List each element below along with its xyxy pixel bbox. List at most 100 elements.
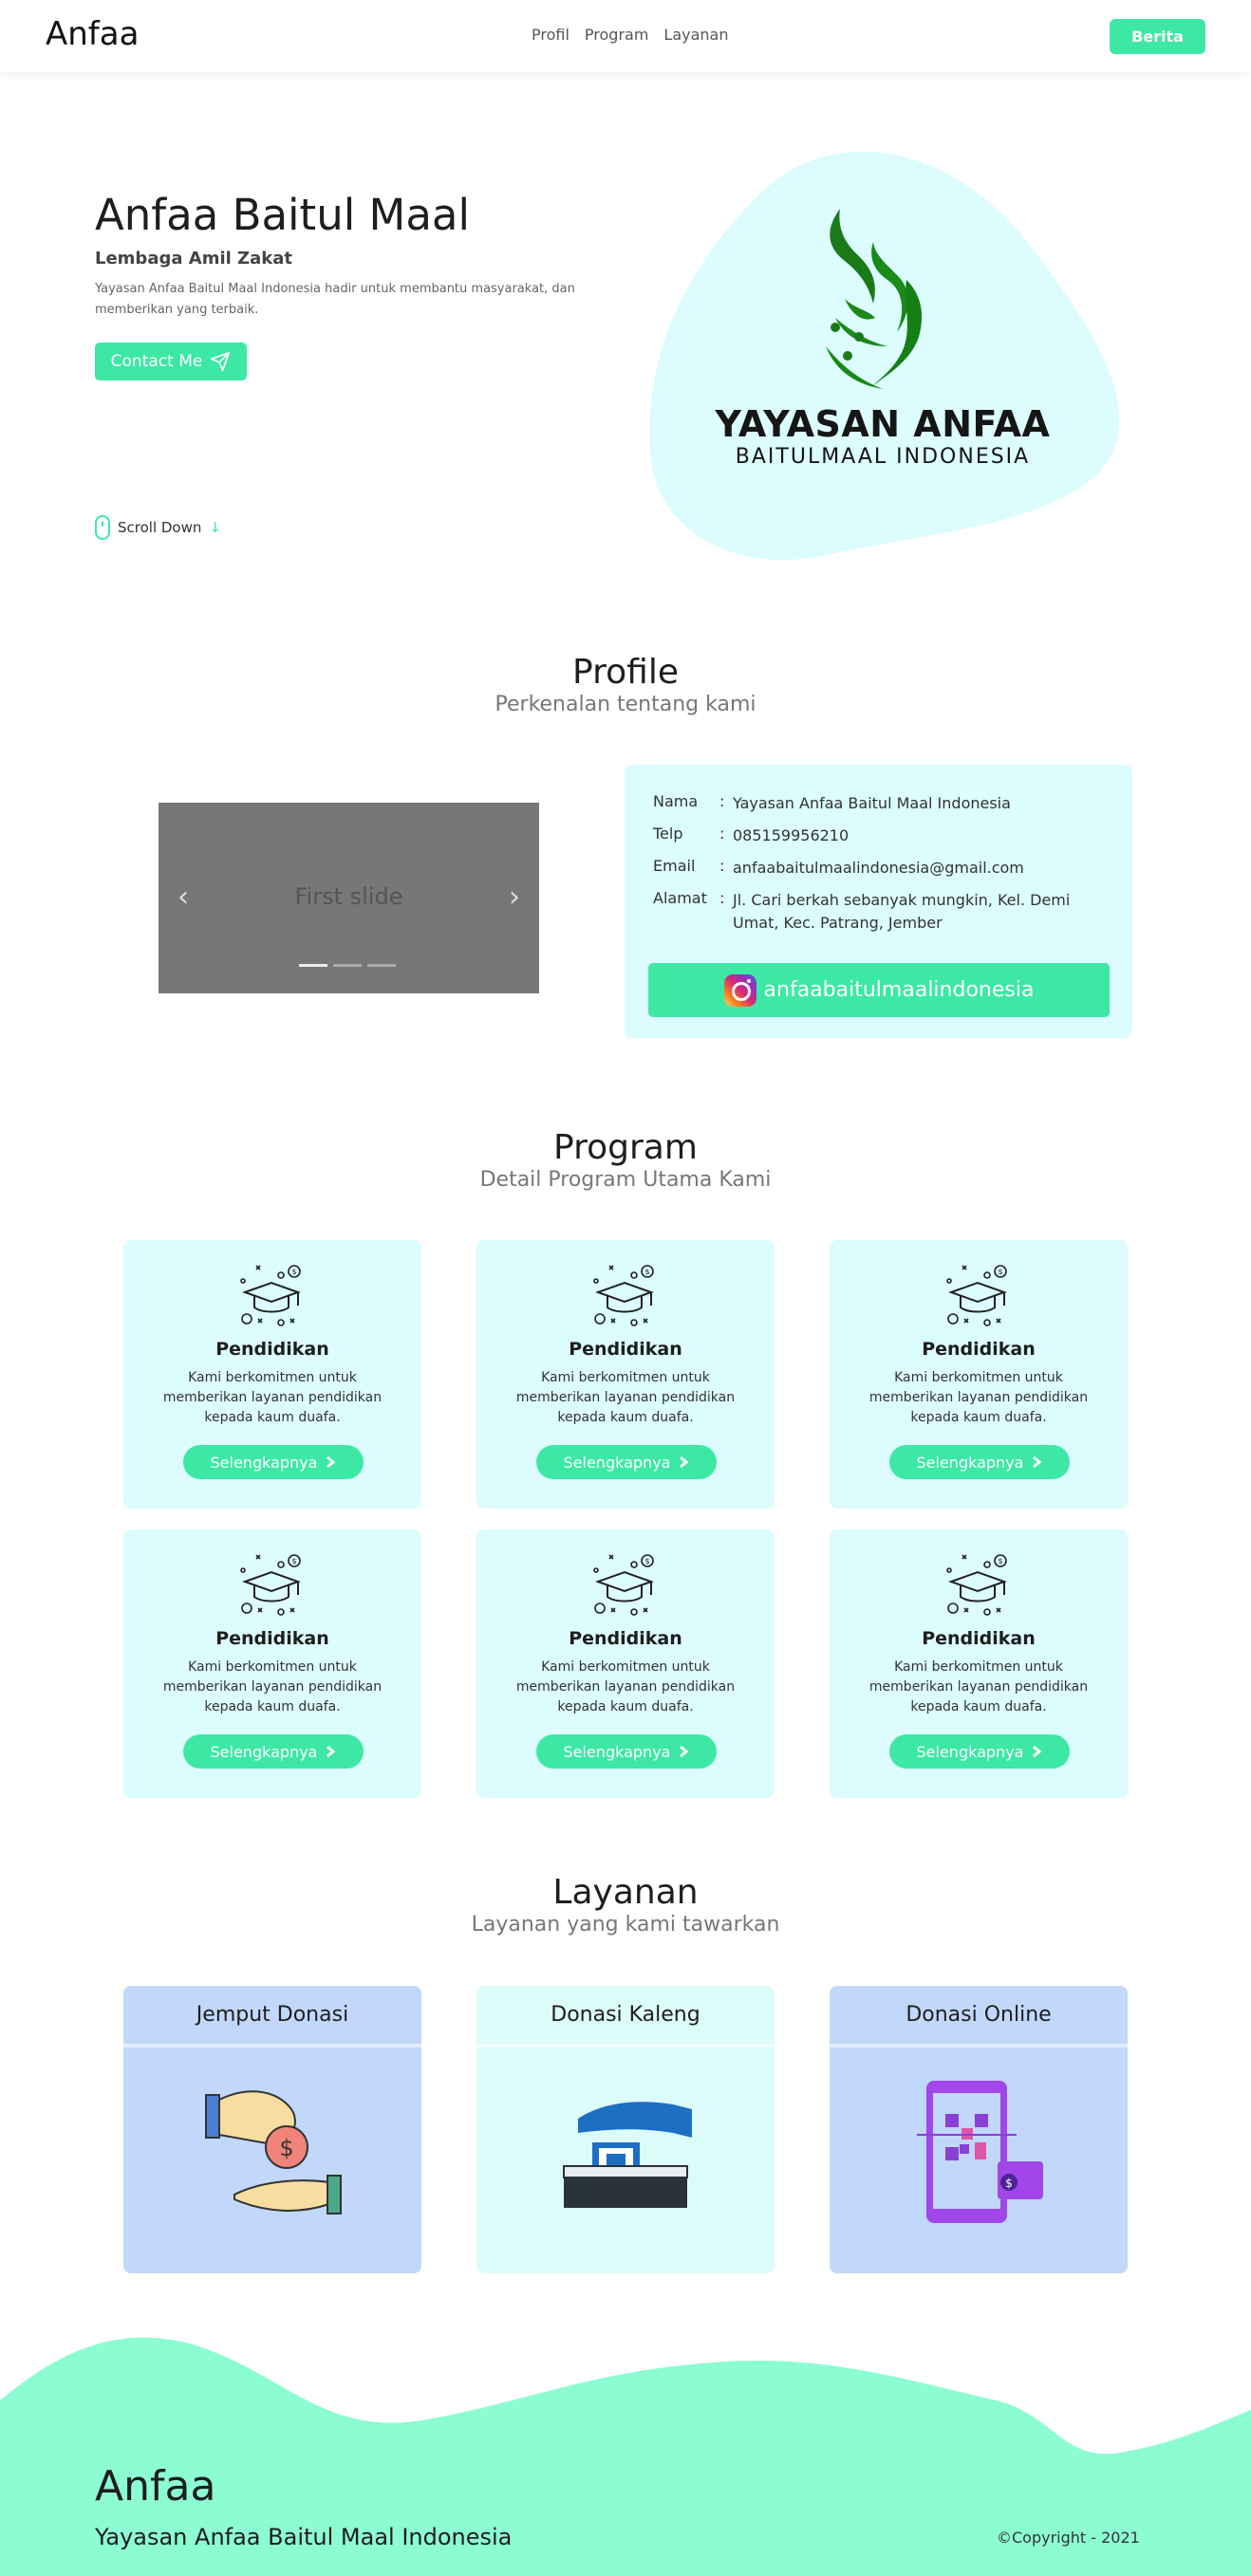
svg-text:$: $ xyxy=(1005,2177,1013,2190)
chevron-right-icon xyxy=(1033,1745,1042,1758)
info-row-alamat: Alamat : Jl. Cari berkah sebanyak mungki… xyxy=(653,889,1112,935)
program-card: $ Pendidikan Kami berkomitmen untuk member… xyxy=(476,1240,775,1509)
logo-text-line2: BAITULMAAL INDONESIA xyxy=(735,445,1031,469)
selengkapnya-button[interactable]: Selengkapnya xyxy=(536,1445,717,1479)
chevron-right-icon xyxy=(327,1455,336,1469)
program-card-title: Pendidikan xyxy=(569,1339,682,1360)
layanan-card-title: Donasi Online xyxy=(830,1986,1128,2048)
nav-link-program[interactable]: Program xyxy=(585,26,649,44)
selengkapnya-button[interactable]: Selengkapnya xyxy=(536,1734,717,1769)
program-card: $ Pendidikan Kami berkomitmen untuk member… xyxy=(123,1240,421,1509)
scroll-down-label: Scroll Down xyxy=(118,519,202,536)
scroll-down-link[interactable]: Scroll Down ↓ xyxy=(95,515,221,540)
profile-carousel[interactable]: First slide ‹ › xyxy=(159,803,539,993)
nav-link-layanan[interactable]: Layanan xyxy=(663,26,728,44)
berita-button[interactable]: Berita xyxy=(1110,19,1205,54)
info-colon: : xyxy=(719,825,725,843)
carousel-indicator[interactable] xyxy=(299,964,327,967)
arrow-down-icon: ↓ xyxy=(209,519,221,536)
carousel-indicator[interactable] xyxy=(333,964,362,967)
layanan-card-donasi-online[interactable]: Donasi Online $ xyxy=(830,1986,1128,2273)
profile-title: Profile xyxy=(572,653,679,692)
graduation-cap-icon: $ xyxy=(593,1265,654,1326)
layanan-subtitle: Layanan yang kami tawarkan xyxy=(471,1913,780,1937)
program-card: $ Pendidikan Kami berkomitmen untuk member… xyxy=(830,1240,1128,1509)
info-value: Yayasan Anfaa Baitul Maal Indonesia xyxy=(733,794,1011,812)
nav-link-profil[interactable]: Profil xyxy=(532,26,569,44)
program-card: $ Pendidikan Kami berkomitmen untuk member… xyxy=(123,1529,421,1798)
navbar: Anfaa Profil Program Layanan Berita xyxy=(0,0,1251,72)
program-card-description: Kami berkomitmen untuk memberikan layana… xyxy=(868,1370,1089,1425)
footer-copyright: ©Copyright - 2021 xyxy=(997,2529,1140,2547)
info-label: Alamat xyxy=(653,889,707,907)
footer-brand: Anfaa xyxy=(95,2462,216,2511)
carousel-indicator[interactable] xyxy=(367,964,396,967)
footer-subtitle: Yayasan Anfaa Baitul Maal Indonesia xyxy=(95,2524,513,2550)
selengkapnya-button[interactable]: Selengkapnya xyxy=(183,1445,364,1479)
info-colon: : xyxy=(719,857,725,875)
hero-title: Anfaa Baitul Maal xyxy=(95,190,471,240)
paper-plane-icon xyxy=(211,352,231,371)
layanan-card-donasi-kaleng[interactable]: Donasi Kaleng xyxy=(476,1986,775,2273)
profile-subtitle: Perkenalan tentang kami xyxy=(495,693,756,716)
carousel-next-icon[interactable]: › xyxy=(509,880,520,914)
info-value: 085159956210 xyxy=(733,826,850,844)
svg-text:$: $ xyxy=(279,2135,293,2161)
graduation-cap-icon: $ xyxy=(240,1554,301,1616)
program-card-title: Pendidikan xyxy=(215,1339,329,1360)
selengkapnya-label: Selengkapnya xyxy=(916,1742,1024,1761)
program-card-description: Kami berkomitmen untuk memberikan layana… xyxy=(515,1659,736,1714)
hero-description: Yayasan Anfaa Baitul Maal Indonesia hadi… xyxy=(95,282,575,317)
info-colon: : xyxy=(719,792,725,810)
info-row-email: Email : anfaabaitulmaalindonesia@gmail.c… xyxy=(653,857,1112,880)
program-card-description: Kami berkomitmen untuk memberikan layana… xyxy=(162,1659,383,1714)
brand-logo[interactable]: Anfaa xyxy=(46,15,139,53)
program-card: $ Pendidikan Kami berkomitmen untuk member… xyxy=(476,1529,775,1798)
instagram-icon xyxy=(723,973,756,1007)
carousel-indicators xyxy=(299,964,396,967)
mobile-qr-payment-icon: $ xyxy=(917,2081,1043,2223)
selengkapnya-label: Selengkapnya xyxy=(563,1453,671,1472)
info-label: Nama xyxy=(653,792,699,810)
program-card: $ Pendidikan Kami berkomitmen untuk member… xyxy=(830,1529,1128,1798)
info-label: Telp xyxy=(653,825,683,843)
selengkapnya-button[interactable]: Selengkapnya xyxy=(889,1445,1070,1479)
program-subtitle: Detail Program Utama Kami xyxy=(479,1168,772,1192)
layanan-title: Layanan xyxy=(552,1873,699,1912)
selengkapnya-label: Selengkapnya xyxy=(210,1453,318,1472)
selengkapnya-button[interactable]: Selengkapnya xyxy=(889,1734,1070,1769)
carousel-prev-icon[interactable]: ‹ xyxy=(177,880,189,914)
info-value: anfaabaitulmaalindonesia@gmail.com xyxy=(733,859,1024,877)
contact-me-button[interactable]: Contact Me xyxy=(95,343,247,380)
logo-text-line1: YAYASAN ANFAA xyxy=(715,403,1051,445)
svg-text:$: $ xyxy=(291,1557,296,1566)
layanan-card-title: Jemput Donasi xyxy=(123,1986,421,2048)
anfaa-logo: YAYASAN ANFAA BAITULMAAL INDONESIA xyxy=(712,204,1054,479)
info-value: Jl. Cari berkah sebanyak mungkin, Kel. D… xyxy=(733,891,1071,932)
chevron-right-icon xyxy=(327,1745,336,1758)
svg-text:$: $ xyxy=(644,1557,649,1566)
program-card-description: Kami berkomitmen untuk memberikan layana… xyxy=(868,1659,1089,1714)
mouse-icon xyxy=(95,515,110,540)
selengkapnya-label: Selengkapnya xyxy=(563,1742,671,1761)
graduation-cap-icon: $ xyxy=(946,1265,1007,1326)
selengkapnya-label: Selengkapnya xyxy=(210,1742,318,1761)
info-row-nama: Nama : Yayasan Anfaa Baitul Maal Indones… xyxy=(653,792,1112,815)
program-card-description: Kami berkomitmen untuk memberikan layana… xyxy=(515,1370,736,1425)
hero-subtitle: Lembaga Amil Zakat xyxy=(95,249,292,269)
program-title: Program xyxy=(553,1128,698,1167)
program-card-description: Kami berkomitmen untuk memberikan layana… xyxy=(162,1370,383,1425)
selengkapnya-button[interactable]: Selengkapnya xyxy=(183,1734,364,1769)
program-card-title: Pendidikan xyxy=(922,1628,1036,1649)
graduation-cap-icon: $ xyxy=(946,1554,1007,1616)
instagram-button[interactable]: anfaabaitulmaalindonesia xyxy=(648,963,1110,1017)
svg-text:$: $ xyxy=(998,1268,1002,1276)
program-card-title: Pendidikan xyxy=(215,1628,329,1649)
info-label: Email xyxy=(653,857,696,875)
layanan-card-jemput-donasi[interactable]: Jemput Donasi $ xyxy=(123,1986,421,2273)
chevron-right-icon xyxy=(680,1745,689,1758)
hand-giving-coin-icon: $ xyxy=(205,2090,342,2215)
svg-text:$: $ xyxy=(291,1268,296,1276)
program-card-title: Pendidikan xyxy=(569,1628,682,1649)
calligraphy-logo-icon xyxy=(826,209,923,389)
